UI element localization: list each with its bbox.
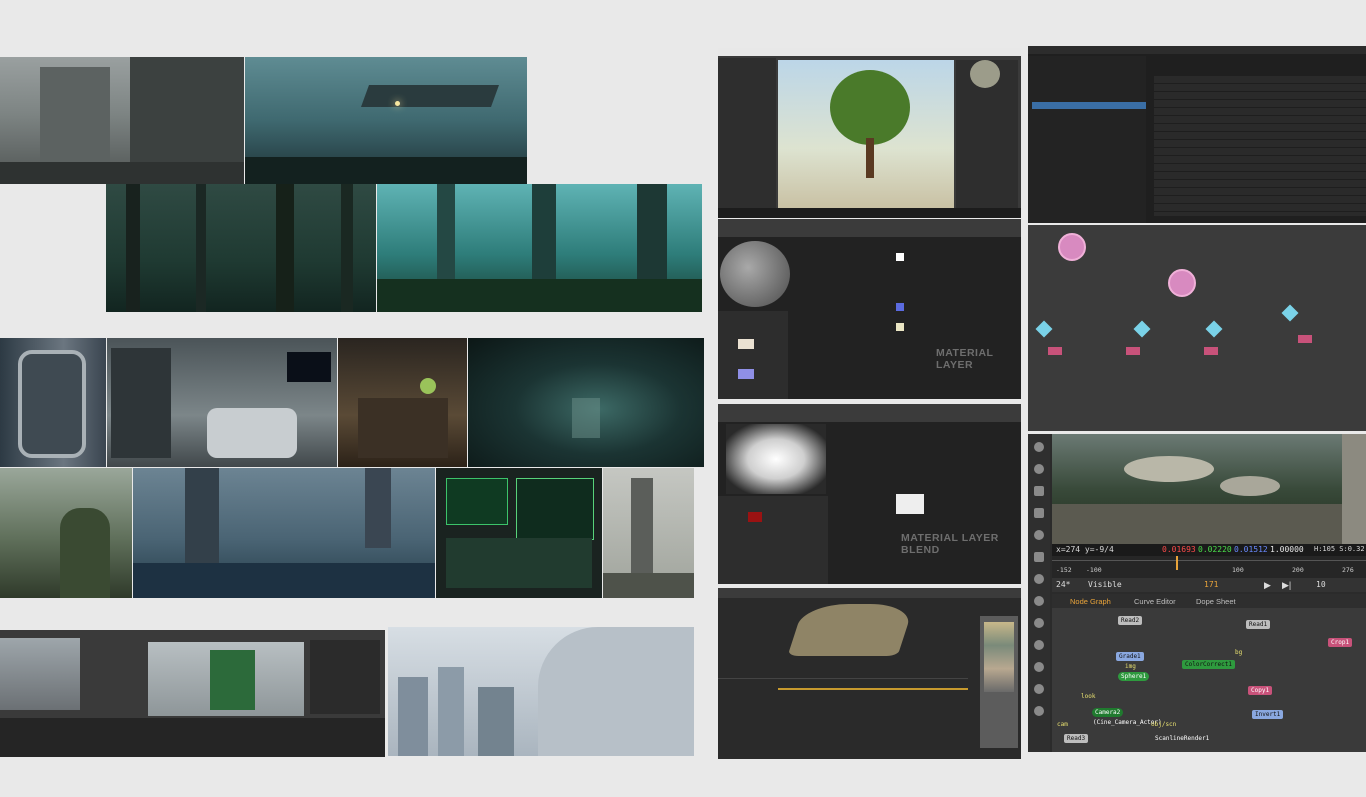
node-camera2[interactable]: Camera2 (1092, 708, 1124, 717)
timeline-tick-4: 200 (1292, 566, 1304, 574)
step-field[interactable]: 10 (1316, 580, 1326, 589)
concept-art-forest-dark (106, 184, 376, 312)
node-copy1[interactable]: Copy1 (1248, 686, 1273, 695)
tab-node-graph[interactable]: Node Graph (1070, 597, 1111, 606)
node-scanlinerender1[interactable]: ScanlineRender1 (1152, 734, 1212, 743)
concept-art-control-room (107, 338, 337, 467)
toolbar-icon-6[interactable] (1034, 552, 1044, 562)
concept-art-corridor-warm (338, 338, 467, 467)
material-layer-label: MATERIAL LAYER (936, 347, 994, 371)
fps-field[interactable]: 24* (1056, 580, 1070, 589)
concept-art-ocean-towers (133, 468, 435, 598)
concept-art-sci-fi-door (0, 338, 106, 467)
timeline-tick-3: 100 (1232, 566, 1244, 574)
viewer-hsv: H:105 S:0.32 V:0.02 (1314, 545, 1366, 553)
viewer-blue: 0.01512 (1234, 545, 1268, 554)
toolbar-icon-12[interactable] (1034, 684, 1044, 694)
concept-art-tall-structure (603, 468, 694, 598)
concept-art-concrete-city (0, 57, 244, 184)
timeline-tick-1: -152 (1056, 566, 1072, 574)
node-colorcorrect[interactable]: ColorCorrect1 (1182, 660, 1235, 669)
toolbar-icon-5[interactable] (1034, 530, 1044, 540)
toolbar-icon-8[interactable] (1034, 596, 1044, 606)
play-button[interactable]: ▶ (1264, 580, 1271, 591)
node-look: look (1081, 693, 1096, 700)
render-white-city (388, 627, 694, 756)
tab-curve-editor[interactable]: Curve Editor (1134, 597, 1176, 606)
concept-art-green-console (436, 468, 602, 598)
viewer-red: 0.01693 (1162, 545, 1196, 554)
visible-dropdown[interactable]: Visible (1088, 580, 1122, 589)
concept-art-tunnel-green (468, 338, 704, 467)
step-forward-button[interactable]: ▶| (1282, 580, 1291, 591)
node-crop1[interactable]: Crop1 (1328, 638, 1353, 647)
app-screenshot-compositor: x=274 y=-9/4 0.01693 0.02220 0.01512 1.0… (1028, 434, 1366, 752)
viewer-coords: x=274 y=-9/4 (1056, 545, 1114, 554)
panel-tabs: Node Graph Curve Editor Dope Sheet (1052, 594, 1366, 608)
material-layer-blend-label: MATERIAL LAYER BLEND (901, 532, 999, 556)
node-img: img (1125, 663, 1136, 670)
app-screenshot-terrain-graph (718, 588, 1021, 759)
node-invert1[interactable]: Invert1 (1252, 710, 1284, 719)
viewer-alpha: 1.00000 (1270, 545, 1304, 554)
viewer-info-bar: x=274 y=-9/4 0.01693 0.02220 0.01512 1.0… (1052, 544, 1366, 556)
node-cam: cam (1057, 721, 1068, 728)
compositor-toolbar (1028, 434, 1050, 752)
node-bg: bg (1235, 649, 1243, 656)
playback-bar: 24* Visible 171 ▶ ▶| 10 (1052, 578, 1366, 592)
viewer-green: 0.02220 (1198, 545, 1232, 554)
node-read3[interactable]: Read3 (1064, 734, 1089, 743)
node-graph[interactable]: Read2 Read1 Grade1 img Sphere1 ColorCorr… (1052, 608, 1366, 752)
node-grade[interactable]: Grade1 (1116, 652, 1144, 661)
toolbar-icon-13[interactable] (1034, 706, 1044, 716)
timeline-tick-2: -100 (1086, 566, 1102, 574)
toolbar-icon-11[interactable] (1034, 662, 1044, 672)
current-frame-field[interactable]: 171 (1204, 580, 1218, 589)
software-screenshot-maya (0, 630, 385, 757)
concept-art-forest-teal (377, 184, 702, 312)
toolbar-icon-3[interactable] (1034, 486, 1044, 496)
node-sphere1[interactable]: Sphere1 (1118, 672, 1150, 681)
timeline[interactable]: -152 -100 100 200 276 (1052, 556, 1366, 578)
app-screenshot-material-layer: MATERIAL LAYER (718, 219, 1021, 399)
node-read2[interactable]: Read2 (1118, 616, 1143, 625)
concept-art-foggy-aircraft (245, 57, 527, 184)
tab-dope-sheet[interactable]: Dope Sheet (1196, 597, 1236, 606)
app-screenshot-tree-viewport (718, 48, 1021, 218)
toolbar-icon-9[interactable] (1034, 618, 1044, 628)
toolbar-icon-7[interactable] (1034, 574, 1044, 584)
toolbar-icon-10[interactable] (1034, 640, 1044, 650)
toolbar-icon-4[interactable] (1034, 508, 1044, 518)
app-screenshot-geometry-node-graph (1028, 225, 1366, 431)
toolbar-icon-2[interactable] (1034, 464, 1044, 474)
node-obj: obj/scn (1151, 721, 1177, 728)
node-read1[interactable]: Read1 (1246, 620, 1271, 629)
timeline-tick-5: 276 (1342, 566, 1354, 574)
app-screenshot-settings-panel (1028, 46, 1366, 223)
toolbar-icon-1[interactable] (1034, 442, 1044, 452)
viewer-image (1052, 434, 1366, 544)
app-screenshot-material-layer-blend: MATERIAL LAYER BLEND (718, 404, 1021, 584)
concept-art-misty-jungle (0, 468, 132, 598)
